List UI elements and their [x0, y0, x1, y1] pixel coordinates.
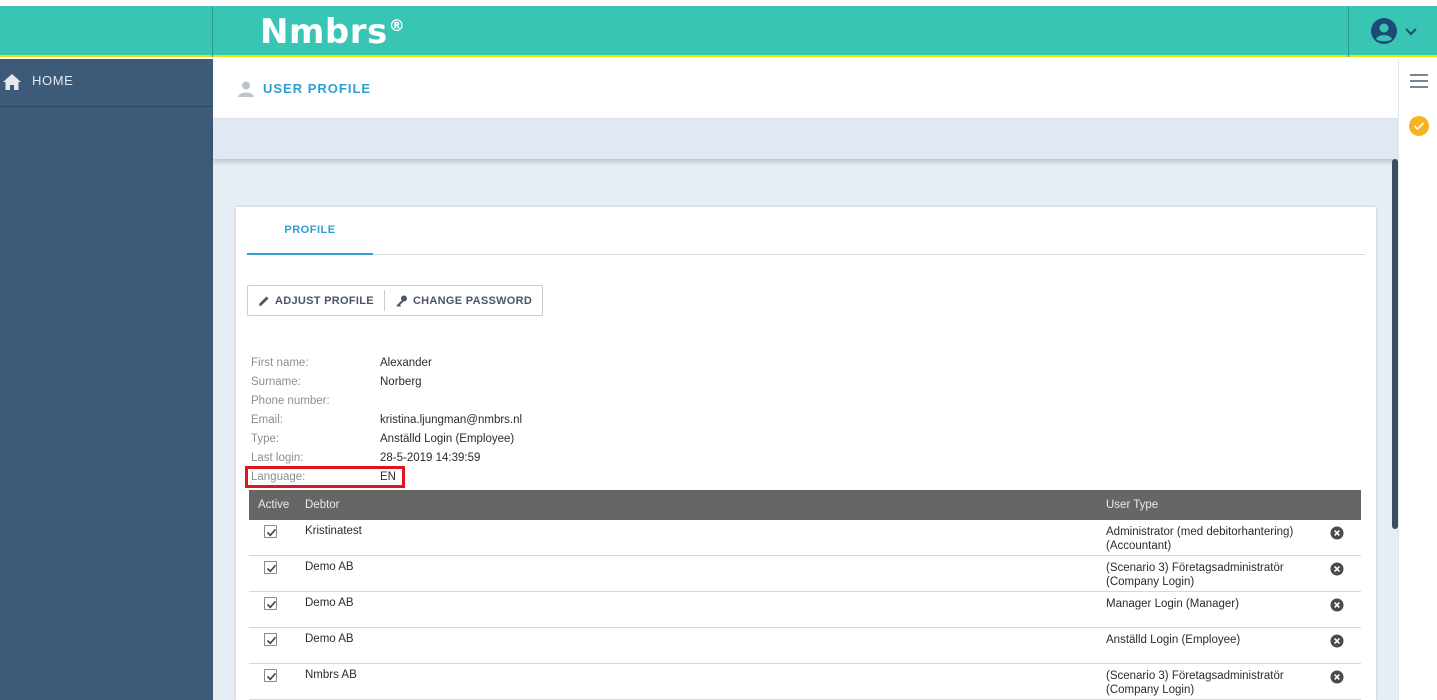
page-header: USER PROFILE [213, 59, 1398, 119]
table-row: Demo AB Manager Login (Manager) [249, 592, 1361, 628]
user-icon [238, 81, 254, 97]
hamburger-menu-icon[interactable] [1410, 73, 1428, 89]
column-header-user-type: User Type [1106, 499, 1159, 511]
sub-header-bar [213, 119, 1398, 159]
debtor-name: Nmbrs AB [305, 669, 357, 681]
active-checkbox[interactable] [264, 561, 277, 574]
remove-circle-icon[interactable] [1330, 670, 1344, 684]
user-type: (Scenario 3) Företagsadministratör (Comp… [1106, 670, 1284, 696]
checkbox-checked-icon [266, 636, 277, 645]
account-circle-icon [1371, 18, 1397, 44]
change-password-button[interactable]: CHANGE PASSWORD [385, 286, 542, 315]
user-type: Anställd Login (Employee) [1106, 634, 1241, 646]
remove-circle-icon[interactable] [1330, 634, 1344, 648]
sidebar-item-home[interactable]: HOME [0, 59, 213, 107]
debtor-name: Kristinatest [305, 525, 362, 537]
sidebar: HOME [0, 59, 213, 700]
user-menu-button[interactable] [1370, 16, 1422, 46]
pencil-icon [259, 296, 269, 306]
table-row: Demo AB (Scenario 3) Företagsadministrat… [249, 556, 1361, 592]
language-highlight-box [245, 466, 405, 488]
active-checkbox[interactable] [264, 525, 277, 538]
table-row: Demo AB Anställd Login (Employee) [249, 628, 1361, 664]
chevron-down-icon [1405, 28, 1417, 36]
table-header: Active Debtor User Type [249, 490, 1361, 520]
checkbox-checked-icon [266, 564, 277, 573]
top-bar: Nmbrs® [0, 6, 1437, 57]
user-type: (Scenario 3) Företagsadministratör (Comp… [1106, 562, 1284, 588]
active-checkbox[interactable] [264, 669, 277, 682]
remove-circle-icon[interactable] [1330, 598, 1344, 612]
debtor-table: Active Debtor User Type Kristinatest Adm… [249, 490, 1361, 700]
user-type: Administrator (med debitorhantering) (Ac… [1106, 526, 1294, 552]
profile-actions: ADJUST PROFILE CHANGE PASSWORD [247, 285, 544, 316]
adjust-profile-button[interactable]: ADJUST PROFILE [248, 286, 384, 315]
remove-circle-icon[interactable] [1330, 562, 1344, 576]
active-checkbox[interactable] [264, 597, 277, 610]
checkbox-checked-icon [266, 600, 277, 609]
table-row: Kristinatest Administrator (med debitorh… [249, 520, 1361, 556]
active-checkbox[interactable] [264, 633, 277, 646]
right-panel [1398, 59, 1437, 700]
scrollbar[interactable] [1392, 159, 1398, 529]
checkbox-checked-icon [266, 528, 277, 537]
key-icon [396, 295, 407, 307]
nmbrs-logo[interactable]: Nmbrs® [260, 12, 405, 52]
tab-bar: PROFILE [247, 207, 1365, 255]
check-badge-icon[interactable] [1408, 115, 1430, 137]
checkbox-checked-icon [266, 672, 277, 681]
table-row: Nmbrs AB (Scenario 3) Företagsadministra… [249, 664, 1361, 700]
debtor-name: Demo AB [305, 597, 354, 609]
debtor-name: Demo AB [305, 633, 354, 645]
page-title: USER PROFILE [263, 81, 372, 96]
user-type: Manager Login (Manager) [1106, 598, 1239, 610]
tab-profile[interactable]: PROFILE [247, 207, 373, 255]
debtor-name: Demo AB [305, 561, 354, 573]
column-header-debtor: Debtor [305, 499, 340, 511]
sidebar-item-label: HOME [32, 73, 74, 88]
column-header-active: Active [258, 499, 290, 511]
home-icon [3, 73, 21, 90]
remove-circle-icon[interactable] [1330, 526, 1344, 540]
